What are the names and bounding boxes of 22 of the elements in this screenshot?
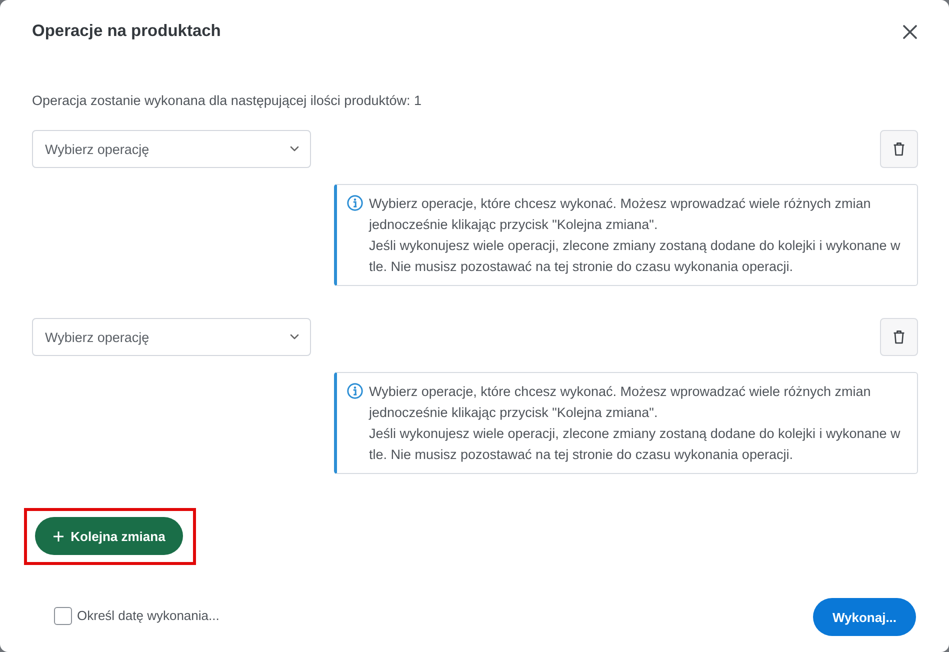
- info-text: Wybierz operacje, które chcesz wykonać. Możesz wprowadzać wiele różnych zmian jednocześnie klikając przycisk "Kolejna zmiana".: [369, 383, 872, 422]
- caret-icon: [290, 334, 299, 340]
- execute-button[interactable]: Wykonaj...: [813, 598, 916, 636]
- operation-select[interactable]: Wybierz operację: [32, 130, 311, 168]
- trash-icon: [893, 142, 905, 156]
- info-text: Jeśli wykonujesz wiele operacji, zlecone zmiany zostaną dodane do kolejki i wykonane w tle. Nie musisz pozostawać na tej stronie do czasu wykonania operacji.: [369, 425, 902, 464]
- schedule-label[interactable]: Określ datę wykonania...: [77, 608, 220, 623]
- info-text: Wybierz operacje, które chcesz wykonać. Możesz wprowadzać wiele różnych zmian jednocześnie klikając przycisk "Kolejna zmiana".: [369, 195, 872, 234]
- delete-button[interactable]: [880, 130, 918, 168]
- info-icon: [347, 195, 363, 211]
- info-icon: [347, 383, 363, 399]
- dialog-title: Operacje na produktach: [32, 22, 221, 41]
- delete-button[interactable]: [880, 318, 918, 356]
- close-icon[interactable]: [903, 25, 917, 39]
- product-count-text: Operacja zostanie wykonana dla następującej ilości produktów: 1: [32, 92, 422, 110]
- caret-icon: [290, 146, 299, 152]
- info-text: Jeśli wykonujesz wiele operacji, zlecone zmiany zostaną dodane do kolejki i wykonane w tle. Nie musisz pozostawać na tej stronie do czasu wykonania operacji.: [369, 237, 902, 276]
- plus-icon: [52, 530, 64, 542]
- add-change-button[interactable]: Kolejna zmiana: [35, 517, 183, 555]
- trash-icon: [893, 330, 905, 344]
- schedule-checkbox[interactable]: [54, 606, 72, 624]
- operation-select[interactable]: Wybierz operację: [32, 318, 311, 356]
